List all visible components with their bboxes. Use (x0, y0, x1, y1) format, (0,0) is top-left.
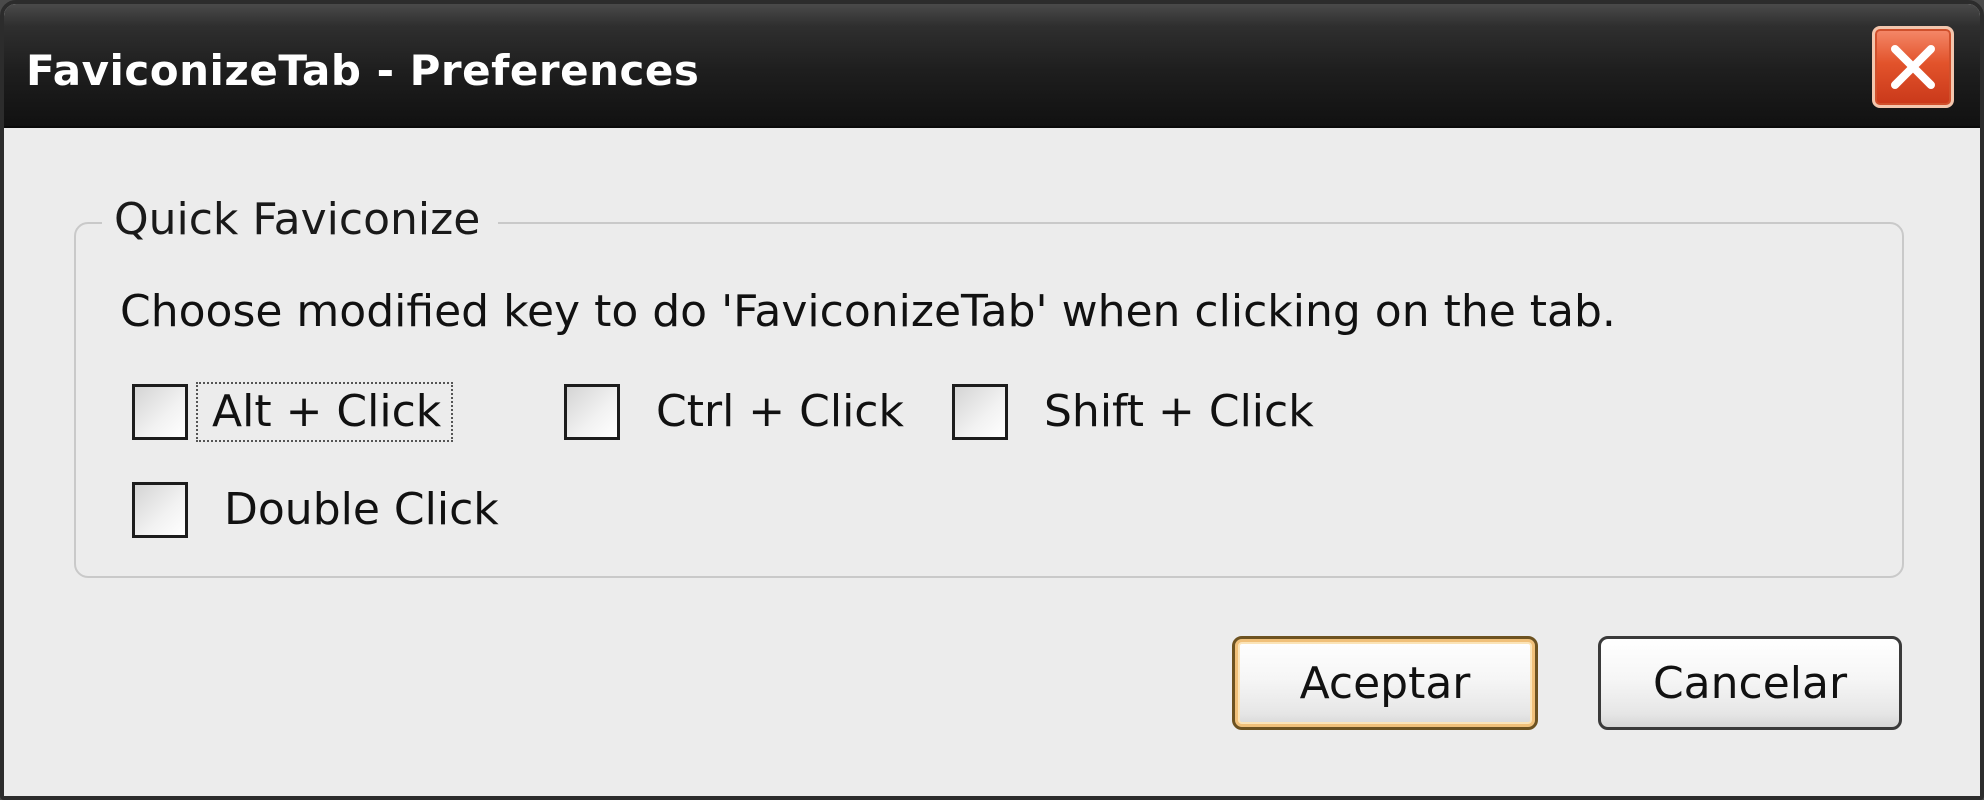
double-click-label[interactable]: Double Click (218, 482, 505, 538)
group-description: Choose modified key to do 'FaviconizeTab… (120, 286, 1616, 337)
title-bar[interactable]: FaviconizeTab - Preferences (4, 4, 1980, 128)
group-legend: Quick Faviconize (102, 192, 499, 248)
window-title: FaviconizeTab - Preferences (26, 46, 700, 95)
cancel-button[interactable]: Cancelar (1598, 636, 1902, 730)
double-click-checkbox[interactable] (132, 482, 188, 538)
ctrl-click-checkbox[interactable] (564, 384, 620, 440)
shift-click-label[interactable]: Shift + Click (1038, 384, 1320, 440)
alt-click-checkbox[interactable] (132, 384, 188, 440)
alt-click-option[interactable]: Alt + Click (132, 382, 454, 442)
accept-button[interactable]: Aceptar (1232, 636, 1538, 730)
ctrl-click-option[interactable]: Ctrl + Click (564, 382, 910, 442)
quick-faviconize-group: Quick Faviconize Choose modified key to … (74, 192, 1904, 578)
close-icon (1891, 45, 1935, 89)
alt-click-label[interactable]: Alt + Click (196, 382, 454, 442)
dialog-body: Quick Faviconize Choose modified key to … (4, 128, 1980, 796)
ctrl-click-label[interactable]: Ctrl + Click (650, 384, 910, 440)
close-button[interactable] (1872, 26, 1954, 108)
double-click-option[interactable]: Double Click (132, 480, 505, 540)
shift-click-checkbox[interactable] (952, 384, 1008, 440)
preferences-dialog: FaviconizeTab - Preferences Quick Favico… (0, 0, 1984, 800)
shift-click-option[interactable]: Shift + Click (952, 382, 1320, 442)
